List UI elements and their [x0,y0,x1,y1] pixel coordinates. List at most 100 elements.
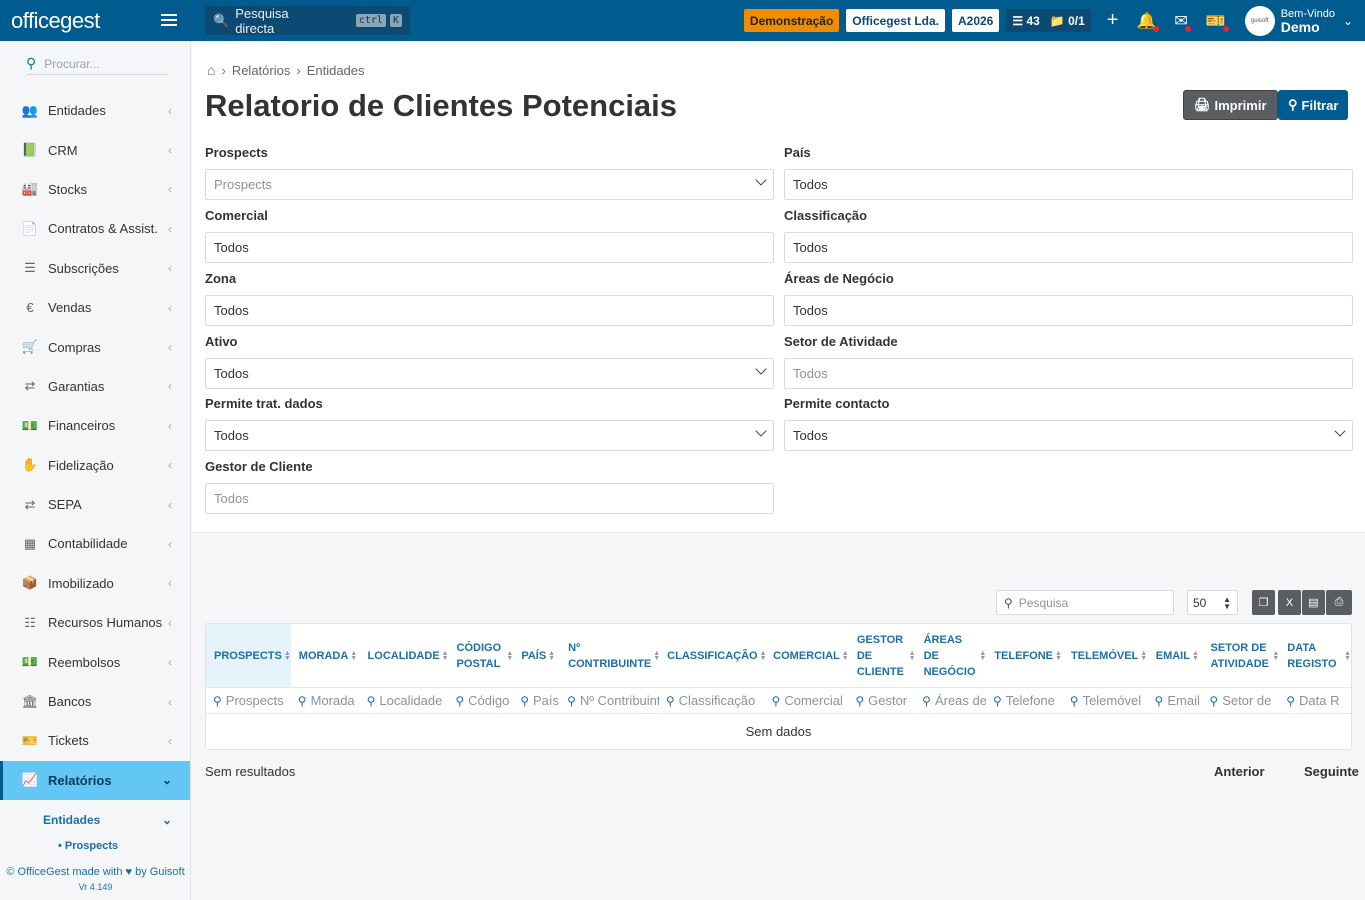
column-header[interactable]: MORADA ▲ ▼ [291,624,360,687]
print-table-button[interactable]: ⎙ [1326,590,1352,615]
ativo-select[interactable]: Todos [205,358,774,389]
column-header[interactable]: TELEFONE ▲ ▼ [986,624,1063,687]
excel-button[interactable]: X [1278,590,1301,615]
copy-button[interactable]: ❐ [1252,590,1275,615]
column-filter-input[interactable]: ⚲ Comercial [765,688,849,713]
column-filter-input[interactable]: ⚲ Data R [1279,688,1351,713]
sidebar-item-bancos[interactable]: 🏛 Bancos ‹ [0,682,190,721]
column-filter-input[interactable]: ⚲ Código [448,688,513,713]
pdf-button[interactable]: ▤ [1302,590,1325,615]
table-search-input[interactable]: ⚲ Pesquisa [996,590,1174,615]
search-icon: ⚲ [855,693,865,708]
column-header[interactable]: ÁREAS DE NEGÓCIO ▲ ▼ [916,624,987,687]
year-badge[interactable]: A2026 [951,9,1000,32]
gestor-input[interactable]: Todos [205,483,774,514]
bell-icon[interactable]: 🔔 [1136,11,1160,32]
hamburger-menu-icon[interactable] [161,14,177,26]
column-header[interactable]: EMAIL ▲ ▼ [1148,624,1203,687]
column-header[interactable]: CÓDIGO POSTAL ▲ ▼ [449,624,514,687]
sidebar-search[interactable]: ⚲ Procurar... [26,53,168,75]
column-filter-input[interactable]: ⚲ Setor de [1202,688,1279,713]
sidebar-item-tickets[interactable]: 🎫 Tickets ‹ [0,721,190,760]
sidebar-item-contabilidade[interactable]: ▦ Contabilidade ‹ [0,524,190,563]
prev-page-button[interactable]: Anterior [1214,764,1265,779]
column-filter-input[interactable]: ⚲ Classificação [659,688,765,713]
column-header[interactable]: DATA REGISTO ▲ ▼ [1279,624,1351,687]
global-search-placeholder: Pesquisa directa [235,5,289,36]
sidebar-item-sepa[interactable]: ⇄ SEPA ‹ [0,485,190,524]
prospects-select[interactable]: Prospects [205,169,774,200]
setor-input[interactable]: Todos [784,358,1353,389]
warehouse-icon: 🏭 [21,181,39,197]
sidebar-item-relat-rios[interactable]: 📈 Relatórios ⌄ [0,760,190,801]
search-icon: ⚲ [366,693,376,708]
copy-icon: ❐ [1258,597,1269,609]
add-icon[interactable]: + [1107,9,1119,32]
column-header[interactable]: SETOR DE ATIVIDADE ▲ ▼ [1203,624,1280,687]
column-filter-input[interactable]: ⚲ Telemóvel [1063,688,1148,713]
pais-select[interactable]: Todos [784,169,1353,200]
column-filter-input[interactable]: ⚲ Gestor [848,688,915,713]
search-icon: ⚲ [520,693,529,708]
column-filter-input[interactable]: ⚲ Morada [291,688,360,713]
sidebar-item-label: CRM [48,142,78,158]
column-header[interactable]: PROSPECTS ▲ ▼ [206,624,291,687]
trat-dados-select[interactable]: Todos [205,420,774,451]
sidebar-item-imobilizado[interactable]: 📦 Imobilizado ‹ [0,564,190,603]
column-filter-input[interactable]: ⚲Nº Contribuinte [560,688,659,713]
column-filter-input[interactable]: ⚲ Email [1148,688,1203,713]
home-icon[interactable]: ⌂ [207,62,215,78]
sidebar-item-vendas[interactable]: € Vendas ‹ [0,288,190,327]
column-header[interactable]: CLASSIFICAÇÃO ▲ ▼ [659,624,766,687]
exchange-icon: ⇄ [24,378,36,394]
filter-button[interactable]: ⚲ Filtrar [1278,90,1349,120]
sidebar-subitem-entidades[interactable]: Entidades ⌄ [0,800,190,840]
sidebar-item-crm[interactable]: 📗 CRM ‹ [0,130,190,169]
print-button[interactable]: 🖨 Imprimir [1183,90,1278,120]
ticket-icon[interactable]: 🎫 [1206,11,1229,32]
column-header[interactable]: PAÍS ▲ ▼ [513,624,560,687]
tasks-badge[interactable]: ☰ 43 📁 0/1 [1006,9,1091,32]
column-header[interactable]: LOCALIDADE ▲ ▼ [360,624,449,687]
column-header[interactable]: GESTOR DE CLIENTE ▲ ▼ [849,624,916,687]
column-filter-input[interactable]: ⚲ Áreas de [915,688,986,713]
sidebar-item-fideliza-o[interactable]: ✋ Fidelização ‹ [0,446,190,485]
next-page-button[interactable]: Seguinte [1304,764,1359,779]
user-menu[interactable]: guisoft Bem-Vindo Demo ⌄ [1244,5,1353,36]
page-size-select[interactable]: 50 ▲ ▼ [1187,590,1238,615]
money-bill-icon: 💵 [21,654,39,670]
sidebar-item-recursos-humanos[interactable]: ☷ Recursos Humanos ‹ [0,603,190,642]
sidebar-item-compras[interactable]: 🛒 Compras ‹ [0,327,190,366]
sidebar-item-reembolsos[interactable]: 💵 Reembolsos ‹ [0,642,190,681]
column-header[interactable]: TELEMÓVEL ▲ ▼ [1063,624,1148,687]
sidebar-item-subscri-es[interactable]: ☰ Subscrições ‹ [0,249,190,288]
column-filter-input[interactable]: ⚲ Prospects [206,688,291,713]
sidebar-item-contratos-assist-[interactable]: 📄 Contratos & Assist. ‹ [0,209,190,248]
breadcrumb-entidades[interactable]: Entidades [307,63,365,78]
global-search[interactable]: 🔍 Pesquisa directa ctrl K [205,5,410,36]
folders-count: 0/1 [1068,13,1085,28]
sidebar-item-financeiros[interactable]: 💵 Financeiros ‹ [0,406,190,445]
demo-badge[interactable]: Demonstração [743,9,840,32]
zona-select[interactable]: Todos [205,295,774,326]
search-icon: ⚲ [1286,693,1295,708]
areas-negocio-select[interactable]: Todos [784,295,1353,326]
sidebar-subsubitem-prospects[interactable]: • Prospects [0,840,190,858]
column-filter-input[interactable]: ⚲ Telefone [986,688,1063,713]
comercial-select[interactable]: Todos [205,232,774,263]
contacto-select[interactable]: Todos [784,420,1353,451]
breadcrumb-relatorios[interactable]: Relatórios [232,63,291,78]
column-filter-input[interactable]: ⚲ Localidade [360,688,449,713]
company-badge[interactable]: Officegest Lda. [846,9,945,32]
book-icon: 📗 [21,142,39,158]
sidebar-item-label: Garantias [48,378,105,394]
column-header[interactable]: COMERCIAL ▲ ▼ [765,624,849,687]
column-header[interactable]: Nº CONTRIBUINTE ▲ ▼ [560,624,660,687]
mail-icon[interactable]: ✉ [1174,11,1191,32]
column-filter-input[interactable]: ⚲ País [513,688,560,713]
column-header-label: MORADA [298,649,349,662]
sidebar-item-stocks[interactable]: 🏭 Stocks ‹ [0,170,190,209]
sidebar-item-entidades[interactable]: 👥 Entidades ‹ [0,91,190,130]
classificacao-select[interactable]: Todos [784,232,1353,263]
sidebar-item-garantias[interactable]: ⇄ Garantias ‹ [0,367,190,406]
